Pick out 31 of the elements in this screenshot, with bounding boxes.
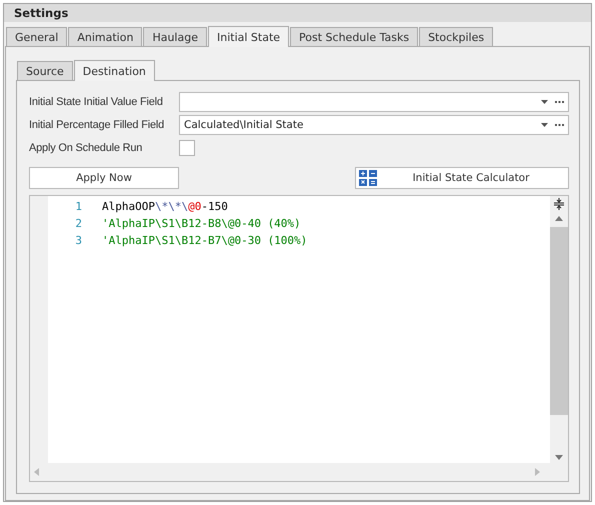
split-icon[interactable]	[553, 198, 565, 210]
dropdown-arrow-icon[interactable]	[541, 123, 548, 127]
tab[interactable]: Destination	[74, 60, 155, 81]
tab[interactable]: Stockpiles	[419, 27, 494, 46]
dropdown-field[interactable]: Calculated\Initial State	[179, 115, 569, 135]
panel-title: Settings	[4, 4, 591, 22]
line-number: 2	[74, 216, 82, 232]
field-label: Initial Percentage Filled Field	[29, 119, 166, 131]
tab[interactable]: General	[6, 27, 68, 46]
code-line: 'AlphaIP\S1\B12-B7\@0-30 (100%)	[102, 233, 308, 249]
apply-button[interactable]: Apply Now	[29, 167, 179, 189]
scroll-up-icon[interactable]	[555, 216, 563, 221]
dropdown-field[interactable]	[179, 92, 569, 112]
tab[interactable]: Post Schedule Tasks	[290, 27, 418, 46]
code-editor[interactable]: 1 AlphaOOP\*\*\@0-150 2 'AlphaIP\S1\B12-B8\@0-40 (40%) 3 'AlphaIP\S1\B12-B7\@0-30 (100%)	[29, 195, 569, 482]
checkbox[interactable]	[179, 140, 195, 156]
tab[interactable]: Source	[17, 61, 73, 80]
field-label: Initial State Initial Value Field	[29, 96, 164, 108]
tab[interactable]: Animation	[68, 27, 142, 46]
dropdown-arrow-icon[interactable]	[541, 100, 548, 104]
code-line: AlphaOOP\*\*\@0-150	[102, 199, 228, 215]
tab[interactable]: Haulage	[143, 27, 207, 46]
tab[interactable]: Initial State	[208, 26, 290, 47]
scrollbar-thumb[interactable]	[550, 227, 568, 415]
line-number: 3	[74, 233, 82, 249]
line-number: 1	[74, 199, 82, 215]
field-label: Apply On Schedule Run	[29, 142, 144, 154]
calculator-icon	[359, 170, 377, 186]
calculator-button[interactable]: Initial State Calculator	[355, 167, 569, 189]
scroll-down-icon[interactable]	[555, 455, 563, 460]
code-line: 'AlphaIP\S1\B12-B8\@0-40 (40%)	[102, 216, 301, 232]
